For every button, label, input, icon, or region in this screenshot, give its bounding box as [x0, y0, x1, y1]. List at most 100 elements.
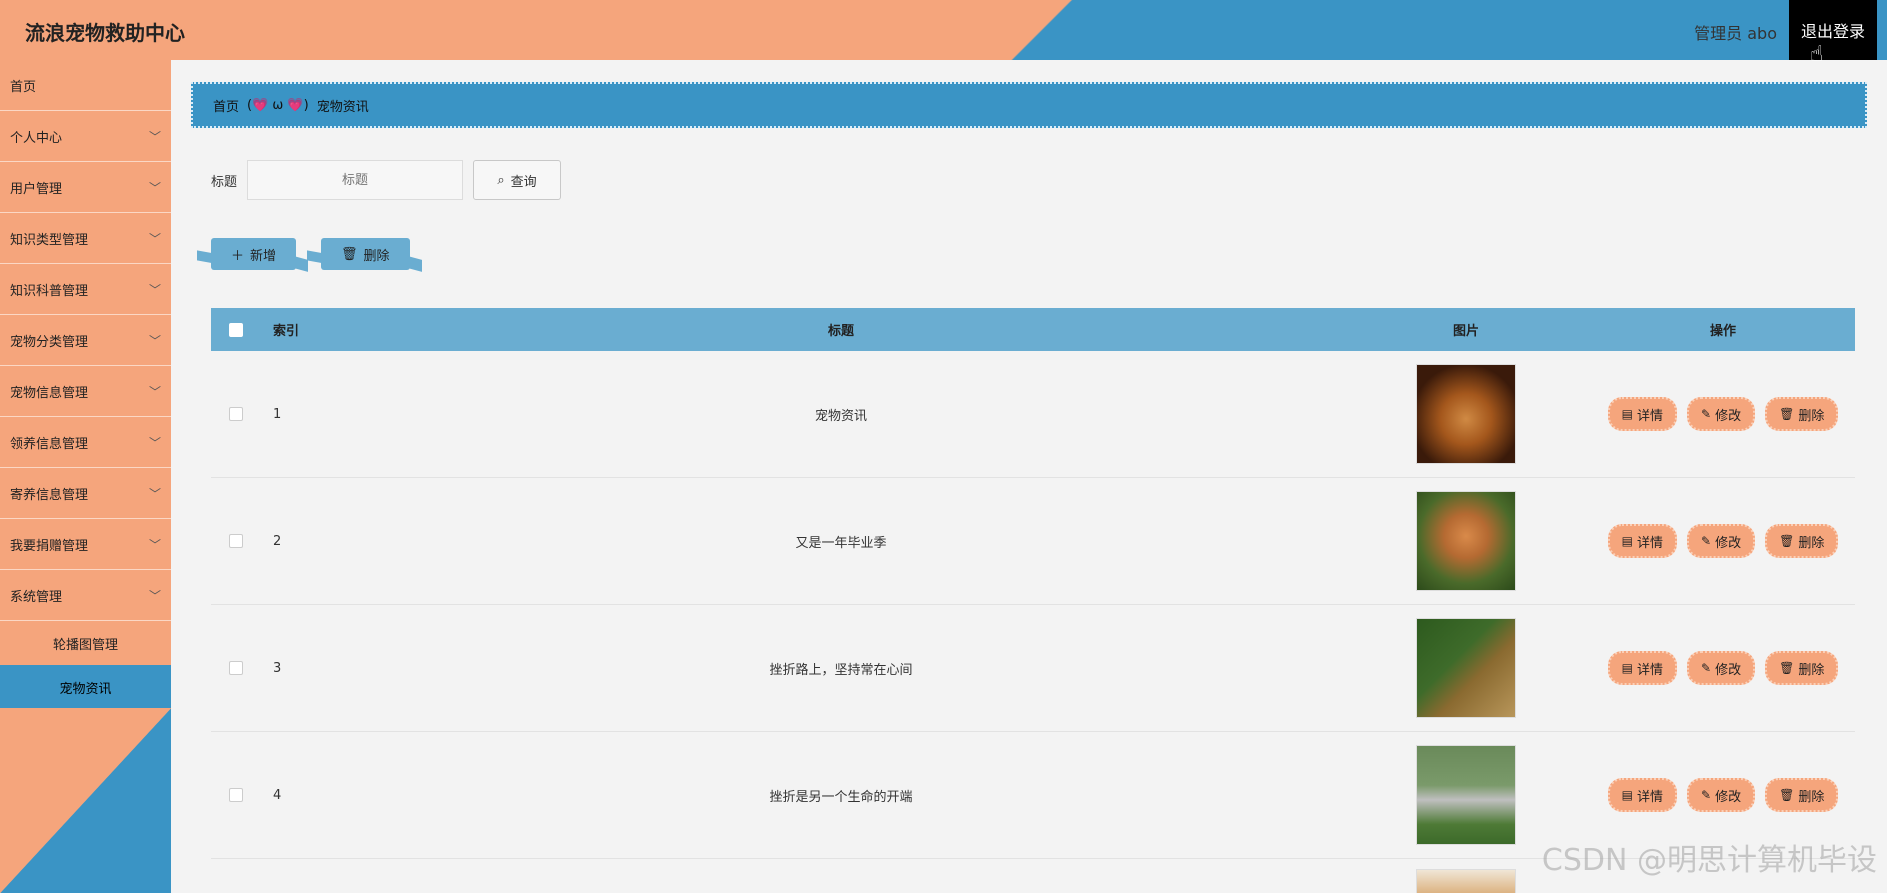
delete-label: 删除	[1798, 408, 1825, 424]
row-checkbox[interactable]	[229, 534, 243, 548]
sidebar-item-label: 知识类型管理	[10, 232, 89, 248]
add-button[interactable]: ＋ 新增	[211, 238, 297, 270]
delete-button[interactable]: 🗑 删除	[1765, 651, 1839, 685]
edit-button[interactable]: ✎ 修改	[1687, 524, 1756, 558]
breadcrumb: 首页 (💗 ω 💗) 宠物资讯	[191, 82, 1867, 128]
row-checkbox[interactable]	[229, 661, 243, 675]
search-label: 标题	[211, 174, 238, 190]
action-buttons: ＋ 新增 🗑 删除	[211, 238, 410, 270]
logout-button[interactable]: 退出登录	[1789, 0, 1877, 60]
delete-label: 删除	[1798, 789, 1825, 805]
sidebar-item-label: 系统管理	[10, 589, 63, 605]
row-checkbox[interactable]	[229, 407, 243, 421]
edit-label: 修改	[1715, 408, 1742, 424]
sidebar-item-home[interactable]: 首页	[0, 60, 171, 111]
delete-label: 删除	[1798, 662, 1825, 678]
document-icon: ▤	[1621, 407, 1633, 421]
row-title: 挫折路上，坚持常在心间	[769, 662, 913, 678]
edit-icon: ✎	[1701, 407, 1712, 421]
delete-button[interactable]: 🗑 删除	[1765, 397, 1839, 431]
sidebar-item-knowledge-science[interactable]: 知识科普管理 ﹀	[0, 264, 171, 315]
sidebar-item-label: 宠物分类管理	[10, 334, 89, 350]
query-button-label: 查询	[510, 174, 537, 190]
sidebar-item-label: 领养信息管理	[10, 436, 89, 452]
trash-icon: 🗑	[1779, 407, 1795, 421]
row-title: 挫折是另一个生命的开端	[769, 789, 913, 805]
sidebar-item-donation[interactable]: 我要捐赠管理 ﹀	[0, 519, 171, 570]
edit-button[interactable]: ✎ 修改	[1687, 778, 1756, 812]
news-table: 索引 标题 图片 操作 1 宠物资讯 ▤ 详情 ✎ 修改 🗑 删除 2 又是一年毕业季…	[211, 308, 1855, 893]
detail-label: 详情	[1637, 789, 1664, 805]
chevron-down-icon: ﹀	[148, 537, 161, 552]
sidebar-item-knowledge-type[interactable]: 知识类型管理 ﹀	[0, 213, 171, 264]
row-index: 1	[273, 406, 282, 422]
row-title: 宠物资讯	[814, 408, 867, 424]
trash-icon: 🗑	[1779, 788, 1795, 802]
sidebar-item-pet-category[interactable]: 宠物分类管理 ﹀	[0, 315, 171, 366]
sidebar-item-label: 宠物信息管理	[10, 385, 89, 401]
detail-button[interactable]: ▤ 详情	[1607, 397, 1678, 431]
edit-label: 修改	[1715, 662, 1742, 678]
top-header: 流浪宠物救助中心 管理员 abo 退出登录	[0, 0, 1887, 60]
detail-button[interactable]: ▤ 详情	[1607, 651, 1678, 685]
chevron-down-icon: ﹀	[148, 486, 161, 501]
title-search-input[interactable]	[247, 160, 464, 200]
edit-button[interactable]: ✎ 修改	[1687, 651, 1756, 685]
edit-label: 修改	[1715, 535, 1742, 551]
main-content: 首页 (💗 ω 💗) 宠物资讯 标题 ⌕ 查询 ＋ 新增 🗑 删除 索引 标题 …	[171, 60, 1887, 893]
app-title: 流浪宠物救助中心	[25, 21, 185, 45]
edit-icon: ✎	[1701, 788, 1712, 802]
sidebar: 首页 个人中心 ﹀ 用户管理 ﹀ 知识类型管理 ﹀ 知识科普管理 ﹀ 宠物分类管…	[0, 60, 171, 893]
detail-label: 详情	[1637, 408, 1664, 424]
sidebar-item-label: 寄养信息管理	[10, 487, 89, 503]
sidebar-subitem-pet-news[interactable]: 宠物资讯	[0, 665, 171, 709]
chevron-down-icon: ﹀	[148, 588, 161, 603]
sidebar-item-pet-info[interactable]: 宠物信息管理 ﹀	[0, 366, 171, 417]
detail-button[interactable]: ▤ 详情	[1607, 778, 1678, 812]
delete-button[interactable]: 🗑 删除	[1765, 524, 1839, 558]
document-icon: ▤	[1621, 788, 1633, 802]
column-header-picture: 图片	[1452, 324, 1479, 339]
trash-icon: 🗑	[341, 246, 358, 262]
watermark-text: CSDN @明思计算机毕设	[1541, 843, 1877, 878]
detail-label: 详情	[1637, 662, 1664, 678]
edit-icon: ✎	[1701, 534, 1712, 548]
table-header: 索引 标题 图片 操作	[211, 308, 1855, 351]
sidebar-item-adoption[interactable]: 领养信息管理 ﹀	[0, 417, 171, 468]
document-icon: ▤	[1621, 534, 1633, 548]
sidebar-item-personal-center[interactable]: 个人中心 ﹀	[0, 111, 171, 162]
chevron-down-icon: ﹀	[148, 180, 161, 195]
sidebar-decoration	[0, 708, 171, 893]
query-button[interactable]: ⌕ 查询	[473, 160, 562, 200]
search-icon: ⌕	[497, 172, 505, 188]
edit-button[interactable]: ✎ 修改	[1687, 397, 1756, 431]
breadcrumb-home[interactable]: 首页	[213, 96, 239, 115]
trash-icon: 🗑	[1779, 534, 1795, 548]
pet-image	[1416, 618, 1516, 718]
chevron-down-icon: ﹀	[148, 282, 161, 297]
sidebar-item-label: 个人中心	[10, 130, 63, 146]
sidebar-item-user-management[interactable]: 用户管理 ﹀	[0, 162, 171, 213]
sidebar-subitem-carousel[interactable]: 轮播图管理	[0, 621, 171, 665]
edit-icon: ✎	[1701, 661, 1712, 675]
sidebar-item-label: 我要捐赠管理	[10, 538, 89, 554]
row-index: 3	[273, 660, 282, 676]
select-all-checkbox[interactable]	[229, 322, 243, 337]
trash-icon: 🗑	[1779, 661, 1795, 675]
batch-delete-button[interactable]: 🗑 删除	[321, 238, 410, 270]
edit-label: 修改	[1715, 789, 1742, 805]
delete-button[interactable]: 🗑 删除	[1765, 778, 1839, 812]
document-icon: ▤	[1621, 661, 1633, 675]
pet-image	[1416, 364, 1516, 464]
table-row: 2 又是一年毕业季 ▤ 详情 ✎ 修改 🗑 删除	[211, 478, 1855, 605]
row-checkbox[interactable]	[229, 788, 243, 802]
sidebar-item-system[interactable]: 系统管理 ﹀	[0, 570, 171, 621]
chevron-down-icon: ﹀	[148, 333, 161, 348]
column-header-title: 标题	[827, 324, 854, 339]
sidebar-item-foster[interactable]: 寄养信息管理 ﹀	[0, 468, 171, 519]
detail-label: 详情	[1637, 535, 1664, 551]
detail-button[interactable]: ▤ 详情	[1607, 524, 1678, 558]
breadcrumb-current: 宠物资讯	[316, 99, 369, 115]
add-button-label: 新增	[250, 248, 277, 264]
plus-icon: ＋	[231, 248, 245, 264]
